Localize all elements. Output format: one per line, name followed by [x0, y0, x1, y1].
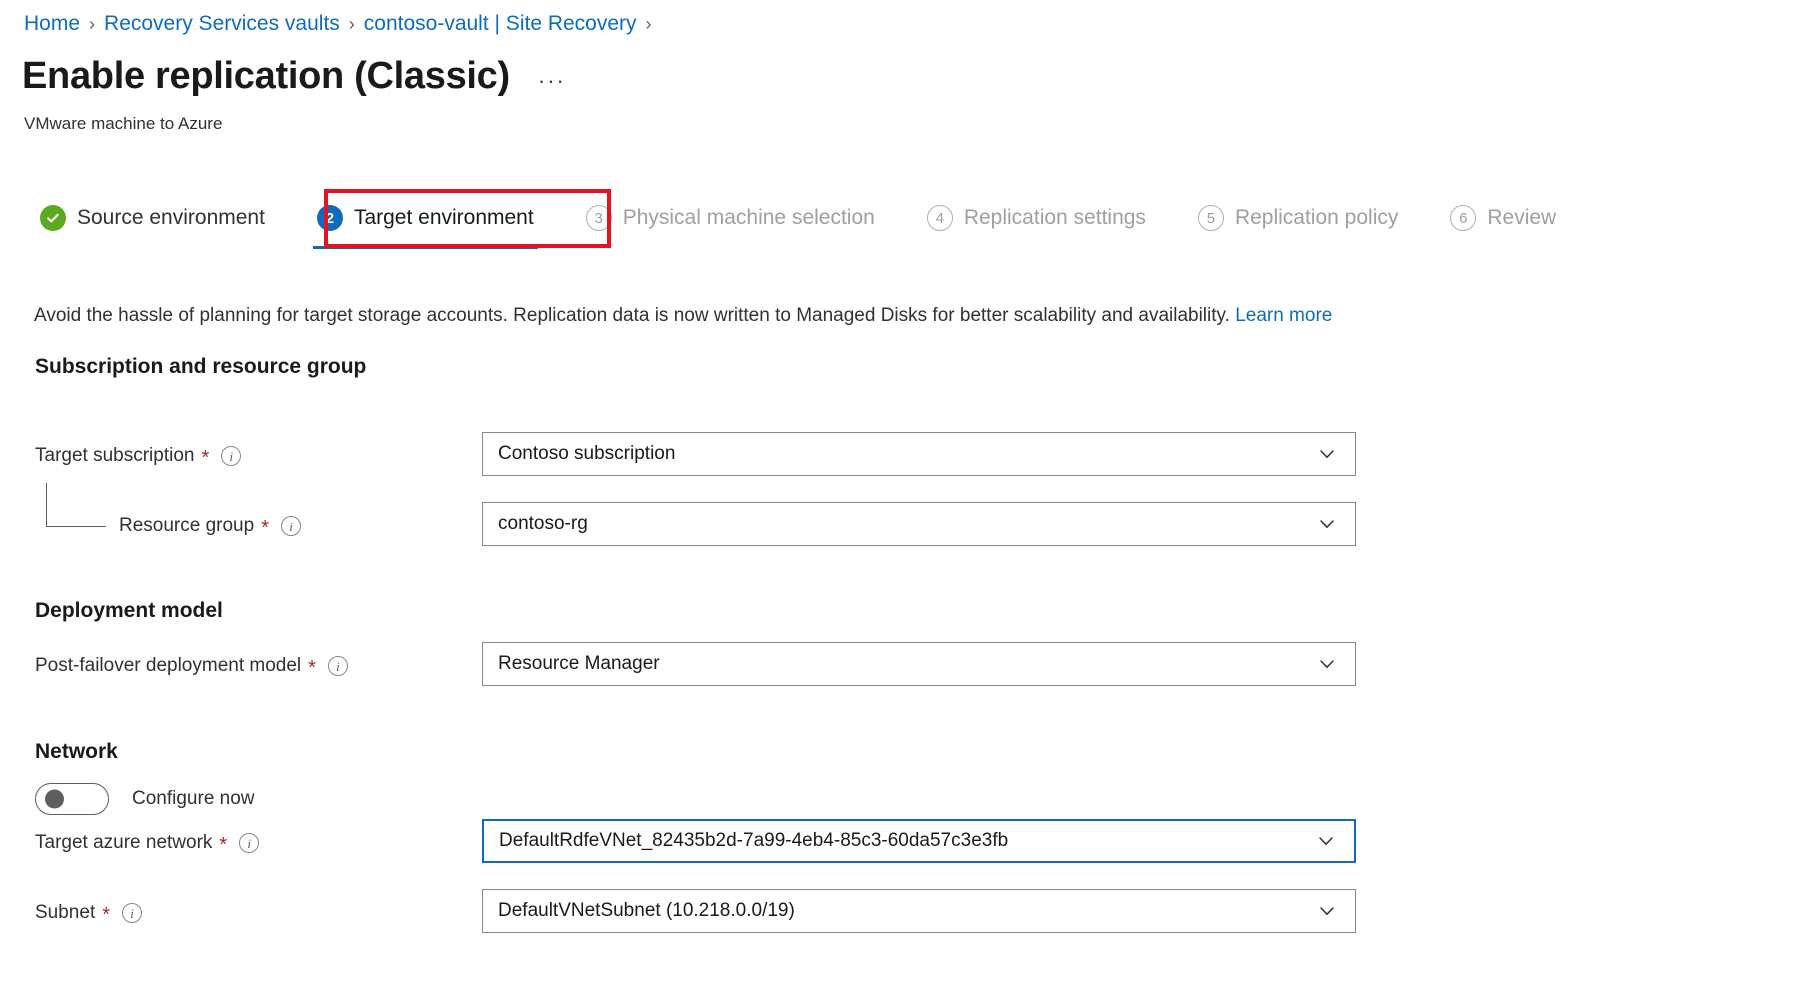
tab-replication-settings[interactable]: 4 Replication settings — [921, 195, 1152, 241]
tab-label: Review — [1487, 205, 1556, 231]
label-text: Resource group — [119, 513, 254, 539]
chevron-down-icon — [1315, 442, 1339, 466]
dropdown-resource-group[interactable]: contoso-rg — [482, 502, 1356, 546]
dropdown-value: Contoso subscription — [498, 441, 1315, 467]
label-text: Target azure network — [35, 830, 212, 856]
tab-label: Replication settings — [964, 205, 1146, 231]
section-heading-subscription: Subscription and resource group — [35, 353, 366, 381]
dropdown-subnet[interactable]: DefaultVNetSubnet (10.218.0.0/19) — [482, 889, 1356, 933]
label-text: Target subscription — [35, 443, 194, 469]
breadcrumb-separator-icon: › — [646, 10, 652, 38]
tab-label: Source environment — [77, 205, 265, 231]
required-asterisk: * — [102, 905, 110, 925]
required-asterisk: * — [219, 835, 227, 855]
tab-label: Physical machine selection — [623, 205, 875, 231]
configure-now-toggle[interactable] — [35, 783, 109, 815]
azure-portal-blade: Home › Recovery Services vaults › contos… — [0, 0, 1818, 981]
breadcrumb: Home › Recovery Services vaults › contos… — [24, 10, 661, 38]
chevron-down-icon — [1315, 899, 1339, 923]
section-heading-deployment-model: Deployment model — [35, 597, 223, 625]
page-title: Enable replication (Classic) — [22, 52, 510, 100]
section-heading-network: Network — [35, 738, 118, 766]
info-icon[interactable]: i — [221, 446, 241, 466]
dropdown-target-subscription[interactable]: Contoso subscription — [482, 432, 1356, 476]
tab-label: Replication policy — [1235, 205, 1398, 231]
dropdown-value: DefaultRdfeVNet_82435b2d-7a99-4eb4-85c3-… — [499, 828, 1314, 854]
required-asterisk: * — [308, 658, 316, 678]
step-number-badge: 2 — [317, 205, 343, 231]
breadcrumb-item-home[interactable]: Home — [24, 10, 80, 38]
chevron-down-icon — [1315, 512, 1339, 536]
label-text: Subnet — [35, 900, 95, 926]
label-text: Post-failover deployment model — [35, 653, 301, 679]
tab-label: Target environment — [354, 205, 534, 231]
required-asterisk: * — [261, 518, 269, 538]
step-number-badge: 5 — [1198, 205, 1224, 231]
info-description: Avoid the hassle of planning for target … — [34, 300, 1344, 332]
check-circle-icon — [40, 205, 66, 231]
info-icon[interactable]: i — [239, 833, 259, 853]
step-number-badge: 4 — [927, 205, 953, 231]
tab-physical-machine-selection[interactable]: 3 Physical machine selection — [580, 195, 881, 241]
more-options-icon[interactable]: ··· — [538, 71, 566, 91]
tab-target-environment[interactable]: 2 Target environment — [311, 195, 540, 241]
page-title-row: Enable replication (Classic) ··· — [22, 52, 566, 100]
required-asterisk: * — [201, 448, 209, 468]
chevron-down-icon — [1314, 829, 1338, 853]
info-icon[interactable]: i — [122, 903, 142, 923]
dropdown-value: contoso-rg — [498, 511, 1315, 537]
dropdown-post-failover-deployment-model[interactable]: Resource Manager — [482, 642, 1356, 686]
wizard-tablist: Source environment 2 Target environment … — [34, 195, 1602, 251]
step-number-badge: 3 — [586, 205, 612, 231]
chevron-down-icon — [1315, 652, 1339, 676]
dropdown-target-azure-network[interactable]: DefaultRdfeVNet_82435b2d-7a99-4eb4-85c3-… — [482, 819, 1356, 863]
learn-more-link[interactable]: Learn more — [1235, 305, 1332, 326]
tab-replication-policy[interactable]: 5 Replication policy — [1192, 195, 1404, 241]
dropdown-value: DefaultVNetSubnet (10.218.0.0/19) — [498, 898, 1315, 924]
step-number-badge: 6 — [1450, 205, 1476, 231]
info-icon[interactable]: i — [281, 516, 301, 536]
label-target-azure-network: Target azure network * i — [35, 830, 259, 856]
label-post-failover-deployment-model: Post-failover deployment model * i — [35, 653, 348, 679]
nested-field-connector — [46, 483, 106, 527]
breadcrumb-item-contoso-vault-site-recovery[interactable]: contoso-vault | Site Recovery — [364, 10, 637, 38]
label-target-subscription: Target subscription * i — [35, 443, 241, 469]
dropdown-value: Resource Manager — [498, 651, 1315, 677]
breadcrumb-item-recovery-services-vaults[interactable]: Recovery Services vaults — [104, 10, 340, 38]
breadcrumb-separator-icon: › — [89, 10, 95, 38]
tab-review[interactable]: 6 Review — [1444, 195, 1562, 241]
breadcrumb-separator-icon: › — [349, 10, 355, 38]
page-subtitle: VMware machine to Azure — [24, 113, 222, 135]
info-icon[interactable]: i — [328, 656, 348, 676]
label-subnet: Subnet * i — [35, 900, 142, 926]
configure-now-toggle-row: Configure now — [35, 783, 255, 815]
configure-now-label: Configure now — [132, 786, 255, 812]
tab-source-environment[interactable]: Source environment — [34, 195, 271, 241]
label-resource-group: Resource group * i — [119, 513, 301, 539]
info-description-text: Avoid the hassle of planning for target … — [34, 305, 1235, 326]
toggle-knob — [45, 790, 64, 809]
